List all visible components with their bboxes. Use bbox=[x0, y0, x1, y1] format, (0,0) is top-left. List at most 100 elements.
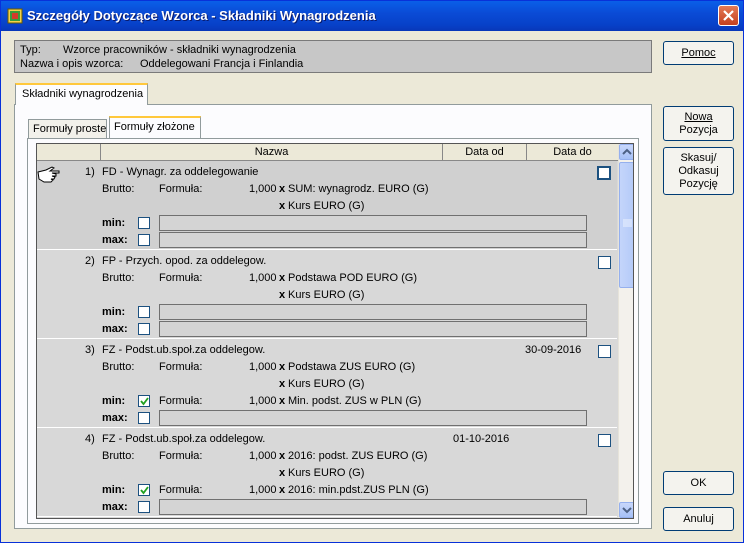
min-checkbox[interactable] bbox=[138, 217, 150, 229]
multiply-icon: x bbox=[279, 450, 286, 462]
min-component: 2016: min.pdst.ZUS PLN (G) bbox=[288, 484, 429, 496]
max-formula-field[interactable] bbox=[159, 321, 587, 337]
brutto-label: Brutto: bbox=[102, 361, 135, 373]
min-coefficient-value: 1,000 bbox=[249, 395, 277, 407]
tab-complex-formulas[interactable]: Formuły złożone bbox=[109, 116, 201, 138]
record-row[interactable]: 1) FD - Wynagr. za oddelegowanie Brutto:… bbox=[37, 161, 617, 250]
multiply-icon: x bbox=[279, 272, 286, 284]
close-icon bbox=[723, 10, 734, 21]
delete-checkbox[interactable] bbox=[597, 166, 611, 180]
scroll-down-button[interactable] bbox=[619, 502, 633, 518]
min-checkbox[interactable] bbox=[138, 306, 150, 318]
checkmark-icon bbox=[140, 486, 149, 495]
formula-label: Formuła: bbox=[159, 361, 203, 373]
max-formula-field[interactable] bbox=[159, 410, 587, 426]
column-header-name[interactable]: Nazwa bbox=[101, 144, 443, 161]
component-2: Kurs EURO (G) bbox=[288, 289, 365, 301]
multiply-icon: x bbox=[279, 467, 286, 479]
column-header-date-to[interactable]: Data do bbox=[527, 144, 618, 161]
formula-grid: Nazwa Data od Data do 1) FD - Wynagr. za… bbox=[36, 143, 634, 519]
component-2: Kurs EURO (G) bbox=[288, 378, 365, 390]
brutto-label: Brutto: bbox=[102, 272, 135, 284]
pointing-hand-icon bbox=[37, 166, 60, 183]
chevron-up-icon bbox=[622, 148, 632, 155]
max-checkbox[interactable] bbox=[138, 234, 150, 246]
max-checkbox[interactable] bbox=[138, 412, 150, 424]
column-header-date-from[interactable]: Data od bbox=[443, 144, 527, 161]
min-label: min: bbox=[102, 395, 126, 407]
record-title: FZ - Podst.ub.społ.za oddelegow. bbox=[102, 433, 266, 445]
checkmark-icon bbox=[140, 397, 149, 406]
record-title: FP - Przych. opod. za oddelegow. bbox=[102, 255, 267, 267]
multiply-icon: x bbox=[279, 361, 286, 373]
scroll-up-button[interactable] bbox=[619, 144, 633, 160]
min-checkbox[interactable] bbox=[138, 484, 150, 496]
template-name-value: Oddelegowani Francja i Finlandia bbox=[140, 58, 304, 70]
max-label: max: bbox=[102, 323, 128, 335]
multiply-icon: x bbox=[279, 183, 286, 195]
formula-label: Formuła: bbox=[159, 183, 203, 195]
component-1: SUM: wynagrodz. EURO (G) bbox=[288, 183, 429, 195]
delete-checkbox[interactable] bbox=[598, 434, 611, 447]
max-checkbox[interactable] bbox=[138, 323, 150, 335]
grip-icon bbox=[623, 219, 632, 227]
help-button[interactable]: Pomoc bbox=[663, 41, 734, 65]
title-bar[interactable]: Szczegóły Dotyczące Wzorca - Składniki W… bbox=[1, 1, 743, 31]
tab-simple-formulas[interactable]: Formuły proste bbox=[28, 119, 107, 139]
max-label: max: bbox=[102, 412, 128, 424]
min-formula-field[interactable] bbox=[159, 304, 587, 320]
record-title: FZ - Podst.ub.społ.za oddelegow. bbox=[102, 344, 266, 356]
window-title: Szczegóły Dotyczące Wzorca - Składniki W… bbox=[27, 8, 376, 23]
max-label: max: bbox=[102, 234, 128, 246]
template-name-label: Nazwa i opis wzorca: bbox=[20, 58, 124, 70]
record-index: 1) bbox=[85, 166, 95, 178]
dialog-window: Szczegóły Dotyczące Wzorca - Składniki W… bbox=[0, 0, 744, 543]
scroll-thumb[interactable] bbox=[619, 162, 633, 288]
delete-undelete-button[interactable]: Skasuj/Odkasuj Pozycję bbox=[663, 147, 734, 195]
brutto-label: Brutto: bbox=[102, 450, 135, 462]
formula-label: Formuła: bbox=[159, 272, 203, 284]
ok-button[interactable]: OK bbox=[663, 471, 734, 495]
max-checkbox[interactable] bbox=[138, 501, 150, 513]
min-component: Min. podst. ZUS w PLN (G) bbox=[288, 395, 422, 407]
tab-salary-components[interactable]: Składniki wynagrodzenia bbox=[15, 83, 148, 105]
new-item-button[interactable]: Nowa Pozycja bbox=[663, 106, 734, 141]
brutto-label: Brutto: bbox=[102, 183, 135, 195]
record-row[interactable]: 3) FZ - Podst.ub.społ.za oddelegow. 30-0… bbox=[37, 339, 617, 428]
type-label: Typ: bbox=[20, 44, 41, 56]
max-label: max: bbox=[102, 501, 128, 513]
component-2: Kurs EURO (G) bbox=[288, 200, 365, 212]
max-formula-field[interactable] bbox=[159, 232, 587, 248]
record-row[interactable]: 2) FP - Przych. opod. za oddelegow. Brut… bbox=[37, 250, 617, 339]
record-row[interactable]: 4) FZ - Podst.ub.społ.za oddelegow. 01-1… bbox=[37, 428, 617, 517]
component-1: 2016: podst. ZUS EURO (G) bbox=[288, 450, 428, 462]
delete-checkbox[interactable] bbox=[598, 345, 611, 358]
template-info-box: Typ: Wzorce pracowników - składniki wyna… bbox=[14, 40, 652, 73]
close-button[interactable] bbox=[718, 5, 739, 26]
formula-label: Formuła: bbox=[159, 450, 203, 462]
coefficient-value: 1,000 bbox=[249, 183, 277, 195]
min-label: min: bbox=[102, 306, 126, 318]
min-checkbox[interactable] bbox=[138, 395, 150, 407]
vertical-scrollbar[interactable] bbox=[618, 144, 633, 518]
chevron-down-icon bbox=[622, 507, 632, 514]
min-formula-label: Formuła: bbox=[159, 484, 203, 496]
multiply-icon: x bbox=[279, 200, 286, 212]
coefficient-value: 1,000 bbox=[249, 361, 277, 373]
min-coefficient-value: 1,000 bbox=[249, 484, 277, 496]
max-formula-field[interactable] bbox=[159, 499, 587, 515]
multiply-icon: x bbox=[279, 378, 286, 390]
multiply-icon: x bbox=[279, 484, 286, 496]
min-formula-label: Formuła: bbox=[159, 395, 203, 407]
component-2: Kurs EURO (G) bbox=[288, 467, 365, 479]
component-1: Podstawa POD EURO (G) bbox=[288, 272, 417, 284]
min-label: min: bbox=[102, 484, 126, 496]
min-formula-field[interactable] bbox=[159, 215, 587, 231]
type-value: Wzorce pracowników - składniki wynagrodz… bbox=[63, 44, 296, 56]
delete-checkbox[interactable] bbox=[598, 256, 611, 269]
cancel-button[interactable]: Anuluj bbox=[663, 507, 734, 531]
record-list: 1) FD - Wynagr. za oddelegowanie Brutto:… bbox=[37, 161, 617, 518]
record-date-to: 30-09-2016 bbox=[525, 344, 582, 356]
min-label: min: bbox=[102, 217, 126, 229]
column-header-blank bbox=[37, 144, 101, 161]
